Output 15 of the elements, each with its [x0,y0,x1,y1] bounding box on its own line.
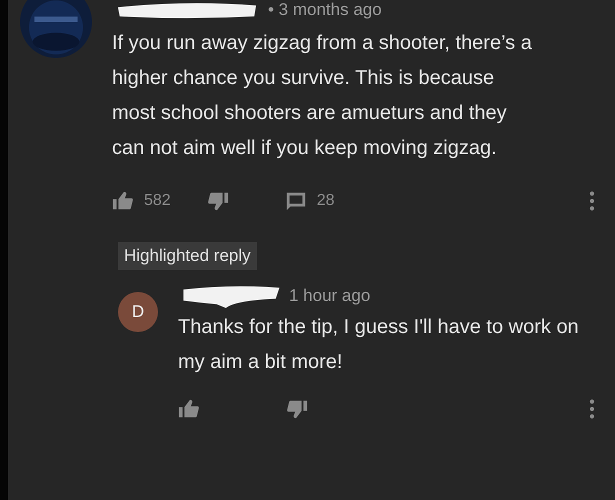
comment-time: • 3 months ago [268,0,382,20]
reply-count: 28 [316,192,334,210]
thumbs-down-icon[interactable] [286,398,308,420]
comment-icon[interactable] [284,190,307,212]
avatar: D [118,292,158,332]
thumbs-up-icon[interactable] [112,190,134,212]
reply-text: Thanks for the tip, I guess I'll have to work on my aim a bit more! [178,315,580,375]
like-count: 582 [144,192,171,210]
highlighted-reply-badge: Highlighted reply [118,242,257,270]
reply-time: 1 hour ago [289,286,370,306]
more-options-icon[interactable] [589,190,595,212]
comment-text: If you run away zigzag from a shooter, there’s a higher chance you survive. This is because most school shooters are amueturs and they can not aim well if you keep moving zigzag. [112,31,532,161]
thumbs-down-icon[interactable] [206,190,229,212]
thumbs-up-icon[interactable] [178,398,200,420]
more-options-icon[interactable] [589,398,595,420]
